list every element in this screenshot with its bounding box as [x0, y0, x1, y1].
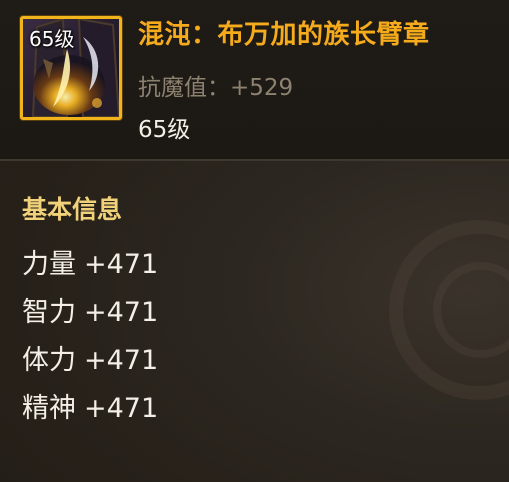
item-tooltip: 65级 混沌：布万加的族长臂章 抗魔值：+529 65级 基本信息 力量 +471…	[0, 0, 509, 482]
attribute-value: +471	[84, 345, 159, 376]
resistance-label: 抗魔值：	[138, 75, 230, 101]
attribute-name: 智力	[22, 297, 76, 328]
attribute-value: +471	[84, 249, 159, 280]
attribute-spirit: 精神 +471	[22, 386, 158, 434]
attribute-strength: 力量 +471	[22, 242, 158, 290]
required-level: 65级	[138, 117, 191, 143]
basic-info-title: 基本信息	[22, 195, 123, 224]
item-name: 混沌：布万加的族长臂章	[138, 20, 430, 50]
attribute-vitality: 体力 +471	[22, 338, 158, 386]
attribute-list: 力量 +471 智力 +471 体力 +471 精神 +471	[22, 242, 158, 434]
attribute-name: 体力	[22, 345, 76, 376]
tooltip-header: 65级 混沌：布万加的族长臂章 抗魔值：+529 65级	[0, 0, 509, 160]
attribute-intelligence: 智力 +471	[22, 290, 158, 338]
attribute-name: 力量	[22, 249, 76, 280]
attribute-value: +471	[84, 297, 159, 328]
header-divider	[0, 159, 509, 161]
item-icon-frame[interactable]: 65级	[20, 16, 122, 120]
attribute-value: +471	[84, 393, 159, 424]
resistance-value: +529	[230, 75, 294, 101]
attribute-name: 精神	[22, 393, 76, 424]
resistance-stat: 抗魔值：+529	[138, 68, 293, 102]
item-level-badge: 65级	[29, 27, 75, 51]
